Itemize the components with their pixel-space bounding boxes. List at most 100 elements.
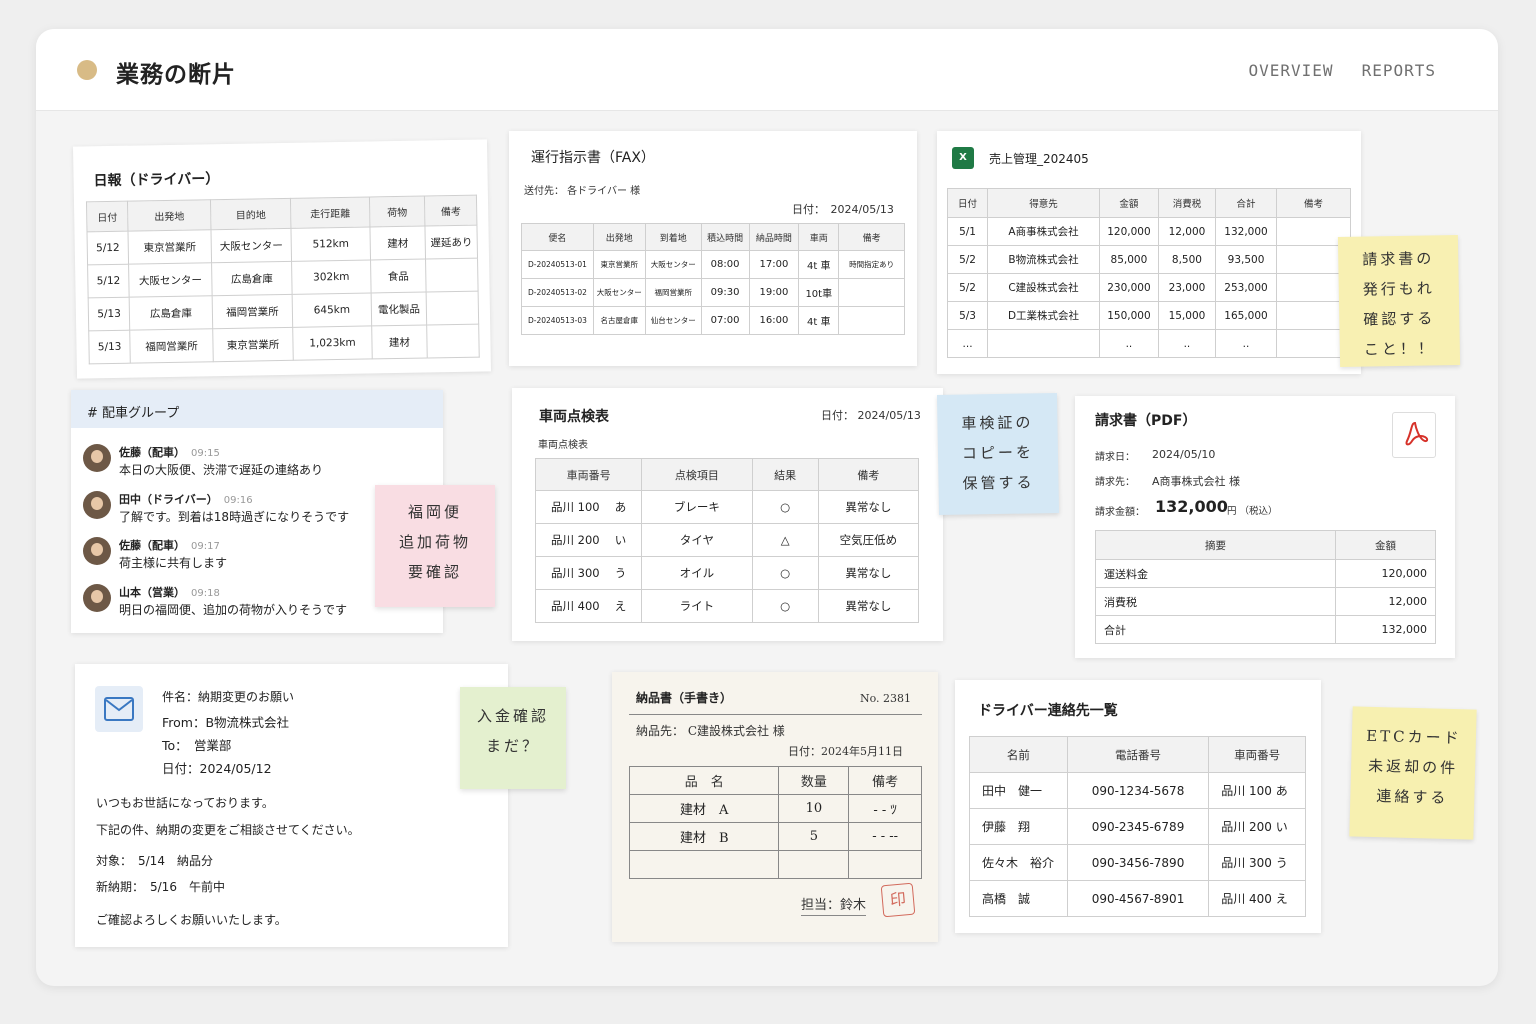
column-header: 積込時間 xyxy=(700,223,750,251)
table-cell: 広島倉庫 xyxy=(129,295,213,331)
table-row: 建材 A 10- - ﾂ xyxy=(628,794,922,823)
delivery-number: No. 2381 xyxy=(860,692,912,705)
sticky-note-shaken[interactable]: 車検証の コピーを 保管する xyxy=(936,392,1060,516)
invoice-table: 摘要 金額 運送料金 120,000 消費税 12,000 合計 132,000 xyxy=(1095,530,1436,644)
chat-channel-title[interactable]: # 配車グループ xyxy=(71,390,443,428)
table-cell: B物流株式会社 xyxy=(987,245,1100,274)
table-cell: 食品 xyxy=(370,258,427,293)
message-text: 荷主様に共有します xyxy=(119,556,228,570)
sticky-note-invoice[interactable]: 請求書の 発行もれ 確認する こと！！ xyxy=(1337,234,1461,368)
avatar[interactable] xyxy=(83,583,111,612)
table-cell: 佐々木 裕介 xyxy=(969,844,1068,881)
email-date: 日付：2024/05/12 xyxy=(162,761,272,776)
mail-icon xyxy=(95,686,143,732)
column-header: 日付 xyxy=(946,188,989,218)
table-cell: 東京営業所 xyxy=(592,250,646,279)
pdf-icon xyxy=(1392,412,1436,458)
nav-overview[interactable]: OVERVIEW xyxy=(1249,61,1334,80)
table-cell: 08:00 xyxy=(700,250,750,279)
table-cell: 07:00 xyxy=(700,306,750,335)
driver-daily-report-card: 日報（ドライバー） 日付 出発地 目的地 走行距離 荷物 備考 5/12 東京営業所 大阪セン… xyxy=(73,139,491,379)
column-header: 金額 xyxy=(1098,188,1159,218)
email-body-line: 新納期： 5/16 午前中 xyxy=(96,880,225,894)
avatar[interactable] xyxy=(83,537,111,565)
card-title: 請求書（PDF） xyxy=(1095,413,1197,429)
table-cell xyxy=(778,850,850,879)
table-cell: オイル xyxy=(641,556,753,590)
sender-name: 田中（ドライバー） xyxy=(119,492,218,506)
note-line: 保管する xyxy=(962,473,1035,493)
table-row: 5/2 B物流株式会社 85,000 8,500 93,500 xyxy=(946,245,1351,274)
daily-report-table: 日付 出発地 目的地 走行距離 荷物 備考 5/12 東京営業所 大阪センター 512km 建材遅… xyxy=(86,195,480,365)
table-cell: .. xyxy=(1098,329,1159,358)
table-cell: 5/2 xyxy=(946,245,989,274)
table-cell: 建材 B xyxy=(628,822,780,851)
table-cell: 302km xyxy=(291,259,371,295)
invoice-amount: 132,000 xyxy=(1155,497,1228,516)
table-cell: 建材 A xyxy=(628,794,780,823)
column-header: 備考 xyxy=(817,458,920,491)
table-cell: ライト xyxy=(641,589,753,623)
seal-stamp-icon: 印 xyxy=(880,882,916,918)
table-cell: タイヤ xyxy=(641,523,753,557)
table-cell xyxy=(628,850,780,879)
email-body-line: 対象： 5/14 納品分 xyxy=(96,854,213,868)
column-header: 点検項目 xyxy=(641,458,753,491)
card-subtitle: 車両点検表 xyxy=(538,440,588,451)
table-cell: 132,000 xyxy=(1214,217,1278,246)
table-cell xyxy=(427,324,480,358)
table-cell: 遅延あり xyxy=(425,225,478,259)
table-cell: 異常なし xyxy=(817,490,920,524)
table-cell: 17:00 xyxy=(748,250,800,279)
table-cell: D-20240513-01 xyxy=(521,250,594,279)
table-cell: 1,023km xyxy=(292,325,372,361)
table-cell: 19:00 xyxy=(748,278,800,307)
column-header: 走行距離 xyxy=(290,196,370,229)
table-row: 合計 132,000 xyxy=(1095,615,1436,644)
nav-reports[interactable]: REPORTS xyxy=(1362,61,1436,80)
app-header: 業務の断片 OVERVIEW REPORTS xyxy=(36,29,1498,111)
note-line: こと！！ xyxy=(1363,339,1436,359)
table-cell: 建材 xyxy=(369,225,426,260)
email-body-line: 下記の件、納期の変更をご相談させてください。 xyxy=(96,823,360,837)
sender-name: 佐藤（配車） xyxy=(119,446,185,459)
table-row: 田中 健一 090-1234-5678 品川 100 あ xyxy=(969,772,1306,809)
column-header: 荷物 xyxy=(369,195,426,227)
table-row: 5/3 D工業株式会社 150,000 15,000 165,000 xyxy=(946,301,1351,330)
table-cell: ○ xyxy=(751,556,819,590)
table-cell: 5/12 xyxy=(87,264,130,298)
table-row: D-20240513-01 東京営業所 大阪センター 08:00 17:00 4t 車時間… xyxy=(521,250,905,279)
table-cell: 大阪センター xyxy=(128,262,212,298)
table-cell: C建設株式会社 xyxy=(987,273,1100,302)
table-cell: 異常なし xyxy=(817,556,920,590)
avatar[interactable] xyxy=(83,490,111,519)
note-line: 入金確認 xyxy=(476,707,549,725)
message-time: 09:16 xyxy=(223,494,253,506)
table-cell: 5/13 xyxy=(88,330,131,364)
table-cell: 空気圧低め xyxy=(817,523,920,557)
sticky-note-fukuoka[interactable]: 福岡便 追加荷物 要確認 xyxy=(375,485,495,607)
invoice-date: 2024/05/10 xyxy=(1152,448,1216,461)
message-text: 本日の大阪便、渋滞で遅延の連絡あり xyxy=(119,463,324,477)
inspection-table: 車両番号 点検項目 結果 備考 品川 100 あブレーキ ○ 異常なし 品川 200 いタイ… xyxy=(534,458,920,623)
table-cell: 230,000 xyxy=(1098,273,1159,302)
table-cell: 大阪センター xyxy=(210,228,292,263)
table-cell: 田中 健一 xyxy=(969,772,1068,809)
note-line: ETCカード xyxy=(1366,726,1462,748)
table-cell: 16:00 xyxy=(748,306,800,335)
excel-icon: X xyxy=(952,147,974,169)
avatar[interactable] xyxy=(83,444,111,472)
table-cell: 5 xyxy=(778,822,850,851)
table-cell: 090-4567-8901 xyxy=(1066,880,1210,917)
sticky-note-etc[interactable]: ETCカード 未返却の件 連絡する xyxy=(1349,706,1477,840)
table-cell: 93,500 xyxy=(1214,245,1278,274)
app-title: 業務の断片 xyxy=(116,62,236,88)
email-subject: 件名：納期変更のお願い xyxy=(162,690,295,704)
table-row: ......... xyxy=(946,329,1351,358)
table-cell: 4t 車 xyxy=(798,250,840,279)
invoice-amount-label: 請求金額： xyxy=(1095,507,1145,518)
sticky-note-payment[interactable]: 入金確認 まだ？ xyxy=(460,687,566,789)
table-cell: 福岡営業所 xyxy=(644,278,702,307)
email-body-line: ご確認よろしくお願いいたします。 xyxy=(96,913,287,927)
driver-contacts-card: ドライバー連絡先一覧 名前 電話番号 車両番号 田中 健一 090-1234-5678… xyxy=(955,680,1321,933)
